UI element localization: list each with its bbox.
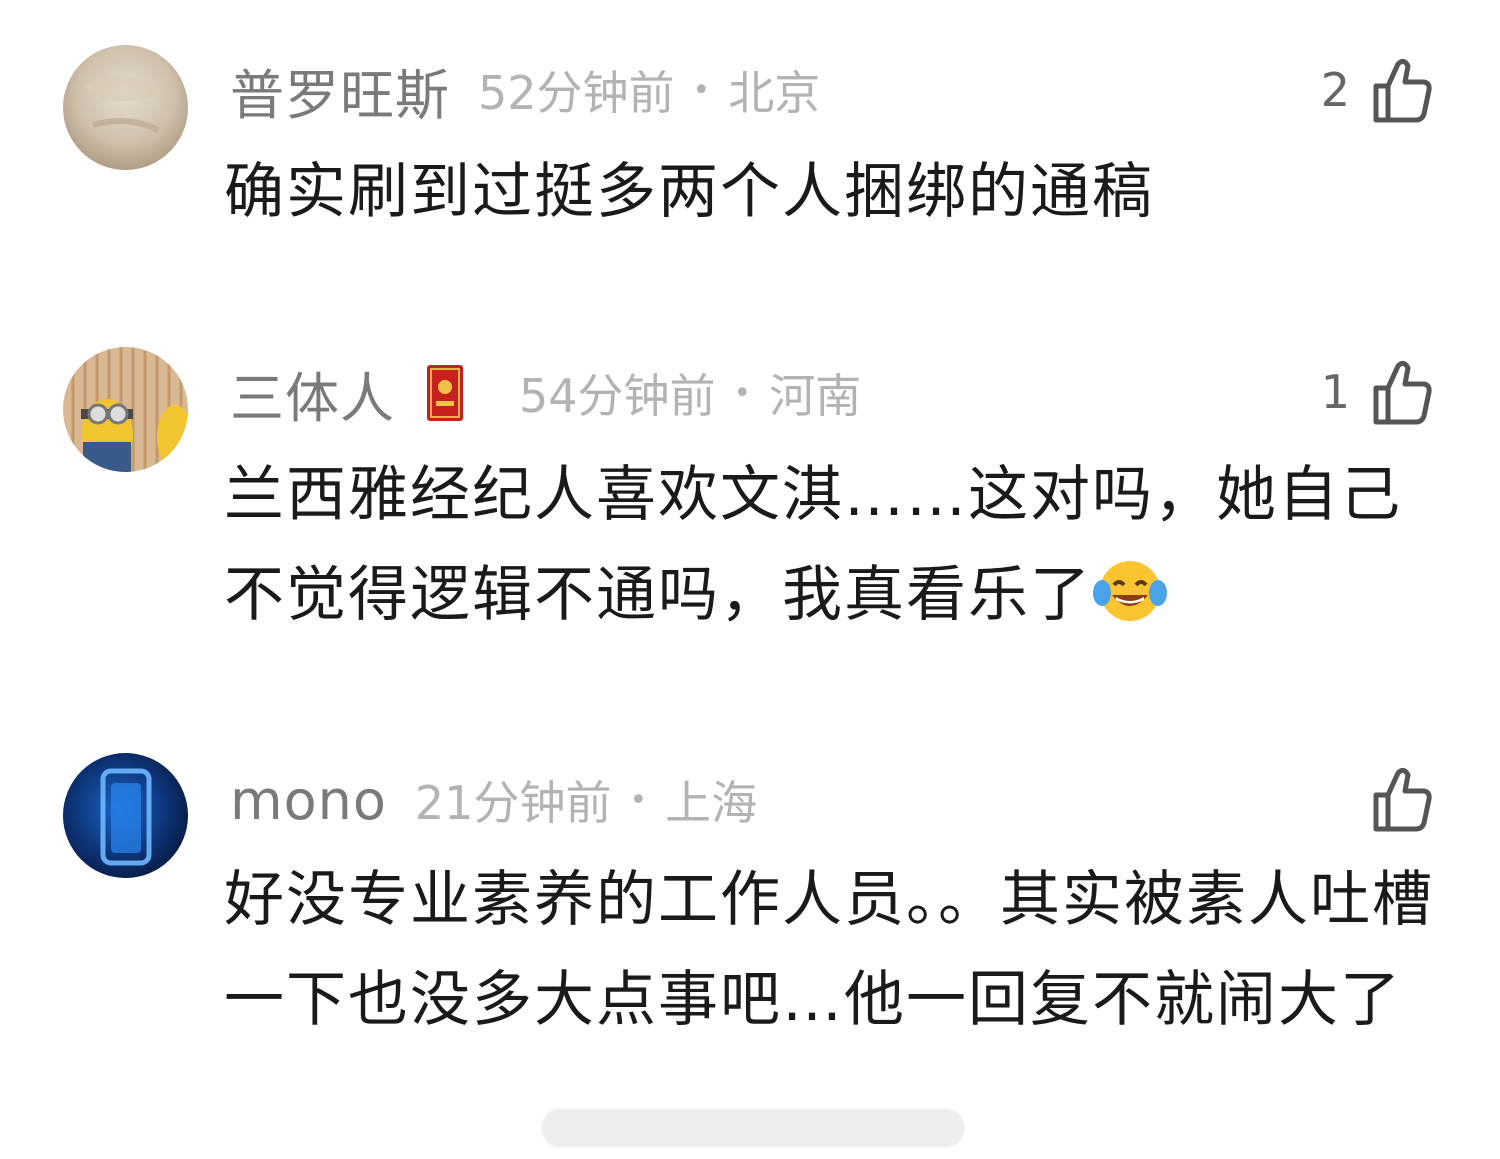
watermark [543,1110,963,1146]
like-count: 2 [1320,63,1350,117]
comment-text: 好没专业素养的工作人员。。其实被素人吐槽一下也没多大点事吧…他一回复不就闹大了 [224,865,1434,1035]
like-button[interactable]: 1 [1321,356,1434,428]
red-card-badge-icon [425,363,465,423]
like-button[interactable] [1350,763,1434,835]
comment-meta: 三体人 54分钟前 • 河南 [230,361,862,430]
comment-meta: mono 21分钟前 • 上海 [230,768,757,832]
comment-location: 北京 [728,66,821,120]
laughing-tears-emoji [1092,555,1168,625]
avatar[interactable] [63,45,188,170]
like-button[interactable]: 2 [1321,54,1434,126]
comment-text: 兰西雅经纪人喜欢文淇……这对吗，她自己不觉得逻辑不通吗，我真看乐了 [224,445,1439,645]
username[interactable]: 普罗旺斯 [230,51,450,130]
separator-dot: • [629,782,648,818]
username[interactable]: mono [230,769,387,832]
comment-meta: 普罗旺斯 52分钟前 • 北京 [230,58,821,127]
comment-time: 52分钟前 [478,66,675,120]
username[interactable]: 三体人 [230,354,395,433]
avatar[interactable] [63,753,188,878]
comment-time: 21分钟前 [414,776,612,830]
comment-text-body: 兰西雅经纪人喜欢文淇……这对吗，她自己不觉得逻辑不通吗，我真看乐了 [224,460,1402,630]
separator-dot: • [692,72,711,108]
comment-location: 河南 [769,369,862,423]
comment-location: 上海 [665,776,758,830]
thumbs-up-icon[interactable] [1368,56,1434,124]
separator-dot: • [733,375,752,411]
comment-time: 54分钟前 [519,369,716,423]
comment-text: 确实刷到过挺多两个人捆绑的通稿 [224,157,1154,227]
thumbs-up-icon[interactable] [1368,765,1434,833]
thumbs-up-icon[interactable] [1368,358,1434,426]
like-count: 1 [1320,365,1350,419]
avatar[interactable] [63,347,188,472]
